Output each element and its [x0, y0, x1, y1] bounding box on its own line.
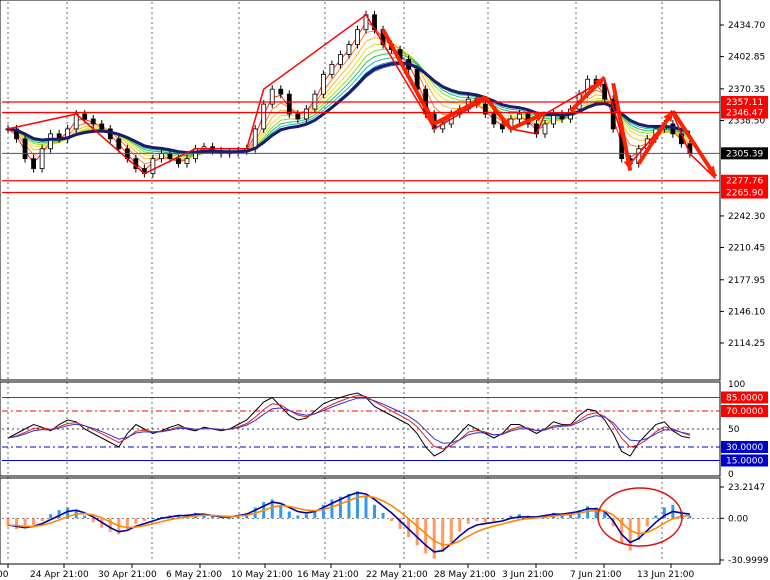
candle-body — [295, 113, 301, 120]
macd-histogram-bar — [142, 518, 146, 521]
macd-histogram-bar — [390, 518, 394, 521]
macd-histogram-bar — [49, 514, 53, 519]
x-tick-label: :00 — [0, 570, 9, 580]
macd-histogram-bar — [492, 518, 496, 521]
rsi-level-tag-label: 85.0000 — [726, 394, 763, 404]
macd-histogram-bar — [83, 515, 87, 519]
macd-tick-label: 23.2147 — [728, 483, 765, 493]
price-tick-label: 2210.45 — [728, 244, 765, 254]
macd-histogram-bar — [355, 491, 359, 519]
candle-body — [286, 93, 292, 115]
candle-body — [184, 158, 190, 165]
macd-histogram-bar — [287, 511, 291, 519]
price-tick-label: 2402.85 — [728, 53, 765, 63]
x-tick-label: 24 Apr 21:00 — [30, 570, 89, 580]
macd-histogram-bar — [279, 504, 283, 519]
x-tick-label: 13 Jun 21:00 — [637, 570, 694, 580]
macd-histogram-bar — [228, 518, 232, 520]
price-tick-label: 2242.30 — [728, 212, 765, 222]
candle-body — [602, 83, 608, 100]
candle-body — [73, 113, 79, 130]
rsi-level-tag-label: 30.0000 — [726, 443, 763, 453]
price-tick-label: 2434.70 — [728, 21, 765, 31]
rsi-level-tag-label: 70.0000 — [726, 407, 763, 417]
macd-histogram-bar — [500, 518, 504, 520]
x-tick-label: 16 May 21:00 — [297, 570, 359, 580]
level-tag-label: 2277.76 — [726, 177, 763, 187]
candle-body — [338, 54, 343, 65]
macd-tick-label: 0.00 — [728, 514, 748, 524]
rsi-level-tag-label: 15.0000 — [726, 457, 763, 467]
candle-body — [39, 148, 45, 169]
current-price-tag-label: 2305.39 — [726, 149, 763, 159]
x-tick-label: 28 May 21:00 — [434, 570, 496, 580]
macd-histogram-bar — [475, 518, 479, 521]
macd-histogram-bar — [483, 518, 487, 523]
candle-body — [355, 29, 360, 45]
macd-histogram-bar — [151, 518, 155, 520]
macd-histogram-bar — [449, 518, 453, 543]
level-tag-label: 2265.90 — [726, 189, 763, 199]
candle-body — [491, 113, 497, 125]
candle-body — [261, 103, 267, 130]
macd-histogram-bar — [654, 515, 658, 519]
macd-histogram-bar — [466, 518, 470, 524]
price-tick-label: 2177.95 — [728, 276, 765, 286]
candle-body — [159, 153, 164, 160]
macd-histogram-bar — [458, 518, 462, 532]
macd-tick-label: -30.9999 — [728, 556, 769, 566]
macd-histogram-bar — [364, 495, 368, 519]
candle-body — [517, 113, 522, 120]
candle-body — [329, 63, 335, 75]
candle-body — [167, 153, 173, 160]
candle-body — [303, 108, 309, 120]
price-tick-label: 2114.25 — [728, 339, 765, 349]
macd-histogram-bar — [347, 494, 351, 519]
x-tick-label: 6 May 21:00 — [166, 570, 222, 580]
macd-histogram-bar — [134, 518, 138, 524]
candle-body — [150, 158, 156, 174]
x-tick-label: 7 Jun 21:00 — [570, 570, 622, 580]
candle-body — [99, 123, 105, 130]
rsi-tick-label: 50 — [728, 425, 740, 435]
macd-histogram-bar — [424, 518, 428, 554]
macd-histogram-bar — [40, 518, 44, 521]
price-tick-label: 2370.35 — [728, 85, 765, 95]
price-chart[interactable]: 2434.702402.852370.352338.502242.302210.… — [0, 0, 770, 580]
x-tick-label: 10 May 21:00 — [231, 570, 293, 580]
macd-histogram-bar — [381, 512, 385, 519]
x-tick-label: 3 Jun 21:00 — [502, 570, 554, 580]
macd-histogram-bar — [15, 518, 19, 530]
candle-body — [82, 113, 88, 120]
candle-body — [48, 133, 54, 150]
candle-body — [22, 138, 28, 160]
macd-histogram-bar — [441, 518, 445, 552]
macd-histogram-bar — [108, 518, 112, 532]
macd-histogram-bar — [296, 515, 300, 519]
candle-body — [176, 158, 181, 165]
candle-body — [90, 118, 96, 125]
macd-histogram-bar — [415, 518, 419, 546]
rsi-tick-label: 100 — [728, 380, 745, 390]
candle-body — [320, 73, 326, 95]
macd-histogram-bar — [645, 518, 649, 527]
price-tick-label: 2146.10 — [728, 307, 765, 317]
macd-histogram-bar — [304, 514, 308, 519]
macd-histogram-bar — [32, 518, 36, 525]
level-tag-label: 2357.11 — [726, 98, 763, 108]
x-tick-label: 22 May 21:00 — [366, 570, 428, 580]
candle-body — [346, 44, 352, 55]
candle-body — [278, 88, 284, 95]
level-tag-label: 2346.47 — [726, 109, 763, 119]
candle-body — [542, 123, 548, 135]
candle-body — [116, 138, 122, 150]
rsi-tick-label: 0 — [728, 470, 734, 480]
candle-body — [31, 158, 36, 169]
macd-histogram-bar — [91, 518, 95, 523]
x-tick-label: 30 Apr 21:00 — [98, 570, 157, 580]
macd-histogram-bar — [373, 504, 377, 519]
